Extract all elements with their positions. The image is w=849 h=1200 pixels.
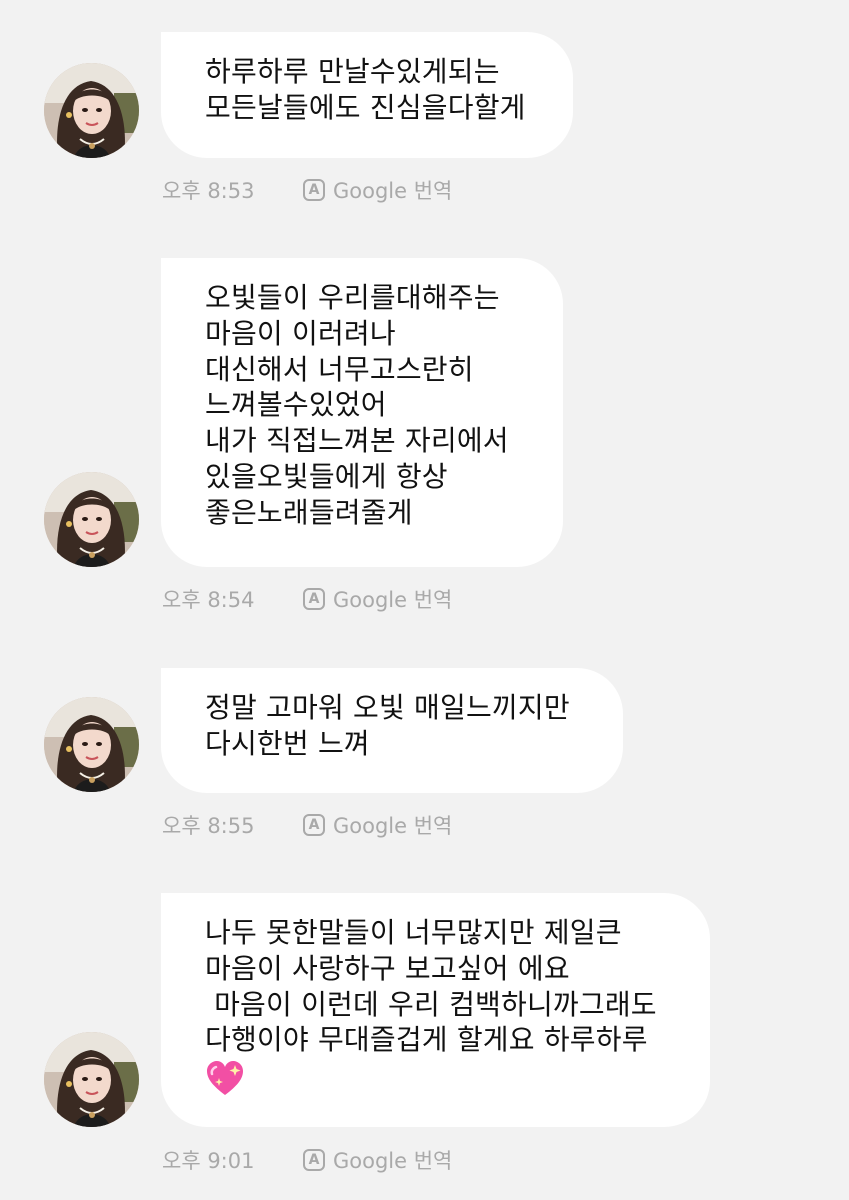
- message-line: 다행이야 무대즐겁게 할게요 하루하루: [205, 1023, 648, 1057]
- message-meta: 오후 8:55 A Google 번역: [162, 810, 452, 840]
- timestamp: 오후 8:54: [162, 588, 255, 612]
- message-meta: 오후 8:54 A Google 번역: [162, 584, 452, 614]
- google-translate-button[interactable]: A Google 번역: [303, 810, 452, 840]
- message-bubble[interactable]: 나두 못한말들이 너무많지만 제일큰 마음이 사랑하구 보고싶어 에요 마음이 …: [161, 893, 710, 1127]
- google-translate-button[interactable]: A Google 번역: [303, 1145, 452, 1175]
- message-line: 있을오빛들에게 항상: [205, 459, 448, 493]
- message-line: 좋은노래들려줄게: [205, 495, 413, 529]
- message-bubble[interactable]: 오빛들이 우리를대해주는 마음이 이러려나 대신해서 너무고스란히 느껴볼수있었…: [161, 258, 563, 567]
- message-line: 마음이 사랑하구 보고싶어 에요: [205, 951, 570, 985]
- translate-icon: A: [303, 814, 325, 836]
- message-line: 마음이 이러려나: [205, 316, 396, 350]
- message-line: 오빛들이 우리를대해주는: [205, 281, 500, 314]
- avatar[interactable]: [44, 472, 139, 567]
- avatar-photo: [44, 1032, 139, 1127]
- avatar[interactable]: [44, 63, 139, 158]
- translate-icon: A: [303, 1149, 325, 1171]
- message-bubble[interactable]: 정말 고마워 오빛 매일느끼지만 다시한번 느껴: [161, 668, 623, 793]
- translate-label: Google 번역: [333, 1149, 453, 1173]
- message-line: 마음이 이런데 우리 컴백하니까그래도: [205, 987, 657, 1021]
- avatar[interactable]: [44, 697, 139, 792]
- avatar-photo: [44, 63, 139, 158]
- avatar-photo: [44, 697, 139, 792]
- avatar-photo: [44, 472, 139, 567]
- message-line: 하루하루 만날수있게되는: [205, 55, 500, 88]
- google-translate-button[interactable]: A Google 번역: [303, 584, 452, 614]
- message-line: 모든날들에도 진심을다할게: [205, 90, 526, 124]
- message-line: 다시한번 느껴: [205, 726, 370, 760]
- google-translate-button[interactable]: A Google 번역: [303, 175, 452, 205]
- translate-label: Google 번역: [333, 588, 453, 612]
- avatar[interactable]: [44, 1032, 139, 1127]
- timestamp: 오후 8:53: [162, 179, 255, 203]
- translate-icon: A: [303, 179, 325, 201]
- translate-icon: A: [303, 588, 325, 610]
- message-meta: 오후 8:53 A Google 번역: [162, 175, 452, 205]
- message-line: 나두 못한말들이 너무많지만 제일큰: [205, 916, 622, 949]
- timestamp: 오후 8:55: [162, 814, 255, 838]
- timestamp: 오후 9:01: [162, 1149, 255, 1173]
- message-bubble[interactable]: 하루하루 만날수있게되는 모든날들에도 진심을다할게: [161, 32, 573, 158]
- message-line: 대신해서 너무고스란히: [205, 352, 474, 386]
- translate-label: Google 번역: [333, 814, 453, 838]
- message-line: 느껴볼수있었어: [205, 388, 387, 422]
- sparkling-heart-icon: [205, 1060, 670, 1102]
- message-line: 내가 직접느껴본 자리에서: [205, 424, 509, 458]
- message-line: 정말 고마워 오빛 매일느끼지만: [205, 691, 570, 724]
- translate-label: Google 번역: [333, 179, 453, 203]
- message-meta: 오후 9:01 A Google 번역: [162, 1145, 452, 1175]
